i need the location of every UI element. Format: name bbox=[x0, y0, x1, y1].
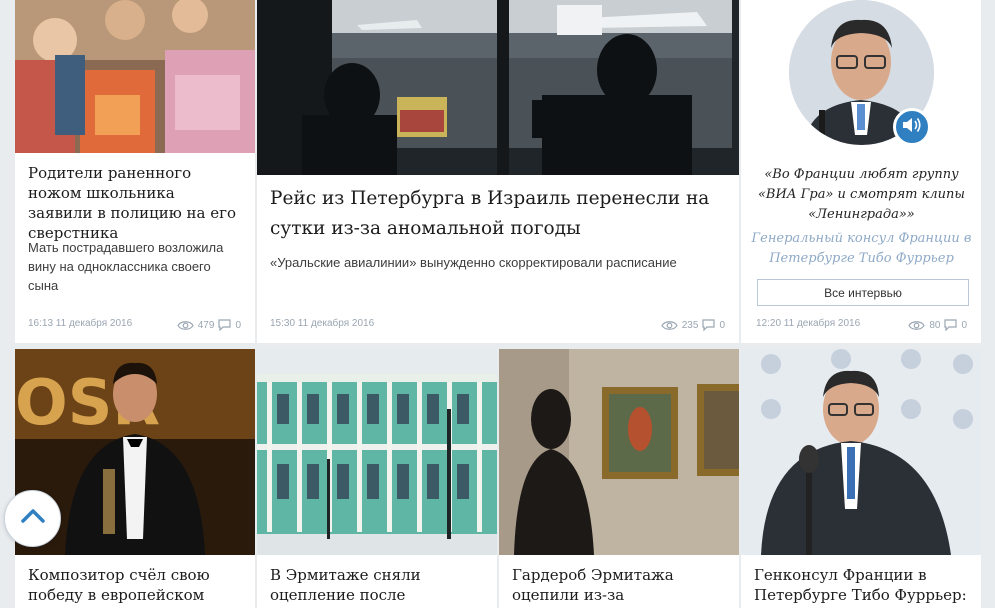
news-datetime: 15:30 11 декабря 2016 bbox=[270, 318, 375, 329]
news-card-flight-delay[interactable]: Рейс из Петербурга в Израиль перенесли н… bbox=[257, 0, 739, 343]
interview-quote[interactable]: «Во Франции любят группу «ВИА Гра» и смо… bbox=[751, 165, 972, 225]
interview-stats: 80 0 bbox=[908, 319, 967, 331]
comments-count: 0 bbox=[235, 319, 241, 331]
news-title[interactable]: Родители раненного ножом школьника заяви… bbox=[28, 163, 243, 243]
interview-datetime: 12:20 11 декабря 2016 bbox=[756, 318, 861, 329]
eye-icon bbox=[661, 320, 678, 331]
interview-author: Генеральный консул Франции в Петербурге … bbox=[751, 231, 972, 266]
news-photo-winter-palace[interactable] bbox=[257, 349, 497, 555]
speaker-icon bbox=[901, 116, 923, 139]
news-card-consul-interview[interactable]: Генконсул Франции в Петербурге Тибо Фурр… bbox=[741, 349, 981, 608]
comments-count: 0 bbox=[961, 319, 967, 331]
comment-icon bbox=[218, 319, 232, 331]
news-card-school-incident[interactable]: Родители раненного ножом школьника заяви… bbox=[15, 0, 255, 343]
all-interviews-button[interactable]: Все интервью bbox=[757, 279, 969, 306]
news-photo-consul[interactable] bbox=[741, 349, 981, 555]
news-photo-children-backpacks[interactable] bbox=[15, 0, 255, 153]
audio-play-button[interactable] bbox=[893, 108, 931, 146]
news-datetime: 16:13 11 декабря 2016 bbox=[28, 318, 133, 329]
news-photo-museum-silhouette[interactable] bbox=[499, 349, 739, 555]
news-lead: Мать пострадавшего возложила вину на одн… bbox=[28, 240, 224, 293]
news-photo-airport-silhouettes[interactable] bbox=[257, 0, 739, 175]
views-count: 235 bbox=[681, 319, 699, 331]
news-title[interactable]: Гардероб Эрмитажа оцепили из-за подозрит… bbox=[512, 565, 727, 608]
news-title[interactable]: Рейс из Петербурга в Израиль перенесли н… bbox=[270, 184, 730, 244]
news-stats: 235 0 bbox=[661, 319, 725, 331]
comment-icon bbox=[702, 319, 716, 331]
chevron-up-icon bbox=[20, 508, 46, 529]
eye-icon bbox=[908, 320, 926, 331]
interview-card[interactable]: «Во Франции любят группу «ВИА Гра» и смо… bbox=[741, 0, 981, 343]
views-count: 80 bbox=[929, 319, 941, 331]
views-count: 479 bbox=[197, 319, 215, 331]
news-stats: 479 0 bbox=[177, 319, 241, 331]
news-card-hermitage-cordon[interactable]: В Эрмитаже сняли оцепление после проверк… bbox=[257, 349, 497, 608]
news-title[interactable]: Генконсул Франции в Петербурге Тибо Фурр… bbox=[754, 565, 969, 608]
news-title[interactable]: В Эрмитаже сняли оцепление после проверк… bbox=[270, 565, 485, 608]
news-lead: «Уральские авиалинии» вынужденно скоррек… bbox=[270, 255, 677, 270]
news-card-hermitage-cloakroom[interactable]: Гардероб Эрмитажа оцепили из-за подозрит… bbox=[499, 349, 739, 608]
scroll-to-top-button[interactable] bbox=[4, 490, 61, 547]
news-title[interactable]: Композитор счёл свою победу в европейско… bbox=[28, 565, 243, 605]
comment-icon bbox=[944, 319, 958, 331]
comments-count: 0 bbox=[719, 319, 725, 331]
eye-icon bbox=[177, 320, 194, 331]
news-card-composer[interactable]: OSR Композитор счёл свою победу в европе… bbox=[15, 349, 255, 608]
